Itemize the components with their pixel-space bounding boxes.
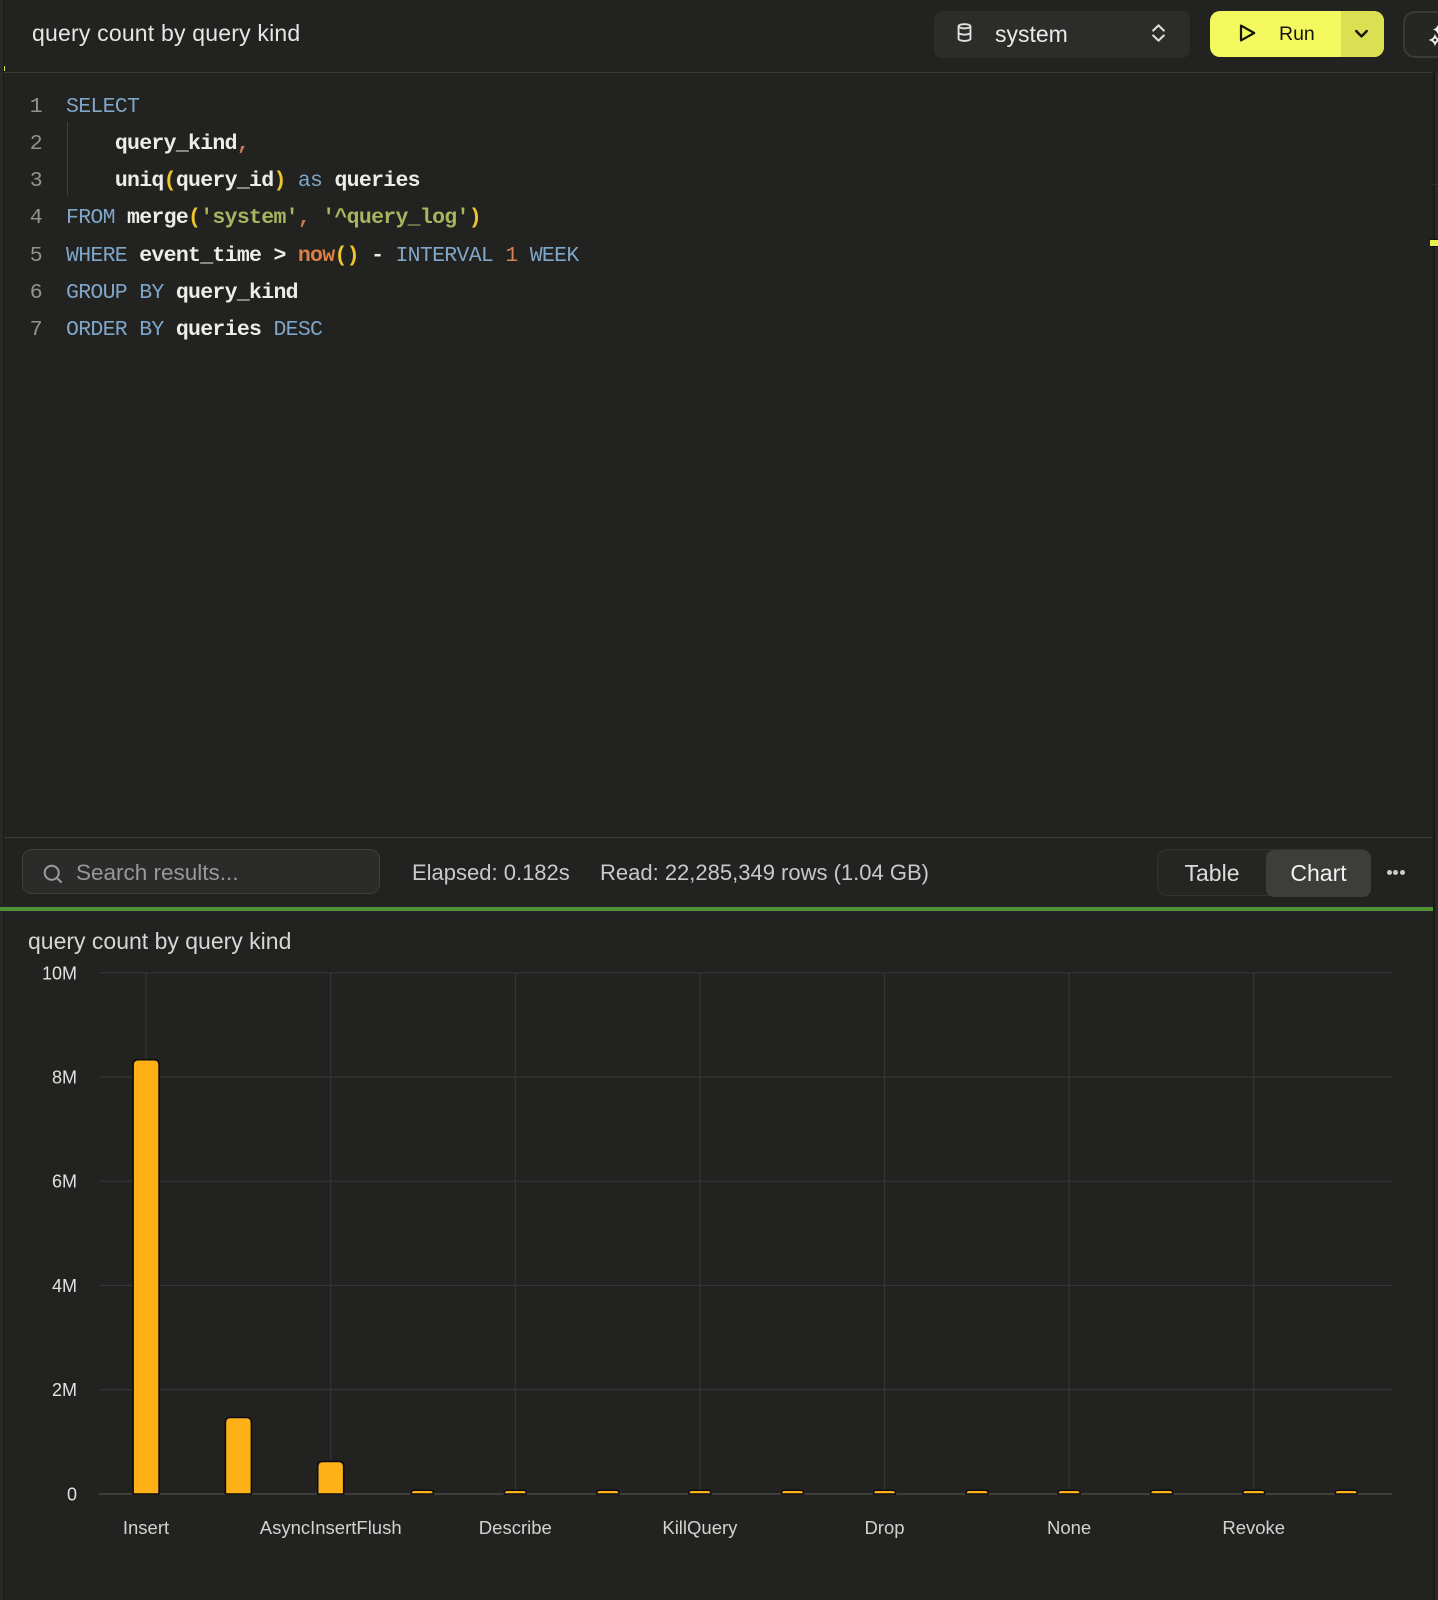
- svg-text:Describe: Describe: [479, 1517, 552, 1538]
- svg-text:Insert: Insert: [123, 1517, 169, 1538]
- svg-text:4M: 4M: [52, 1276, 77, 1296]
- svg-text:0: 0: [67, 1484, 77, 1504]
- svg-text:None: None: [1047, 1517, 1091, 1538]
- svg-text:10M: 10M: [42, 963, 77, 983]
- svg-text:KillQuery: KillQuery: [662, 1517, 738, 1538]
- svg-text:Drop: Drop: [864, 1517, 904, 1538]
- svg-text:6M: 6M: [52, 1172, 77, 1192]
- svg-text:Revoke: Revoke: [1222, 1517, 1285, 1538]
- svg-text:8M: 8M: [52, 1068, 77, 1088]
- svg-text:AsyncInsertFlush: AsyncInsertFlush: [260, 1517, 402, 1538]
- svg-text:2M: 2M: [52, 1380, 77, 1400]
